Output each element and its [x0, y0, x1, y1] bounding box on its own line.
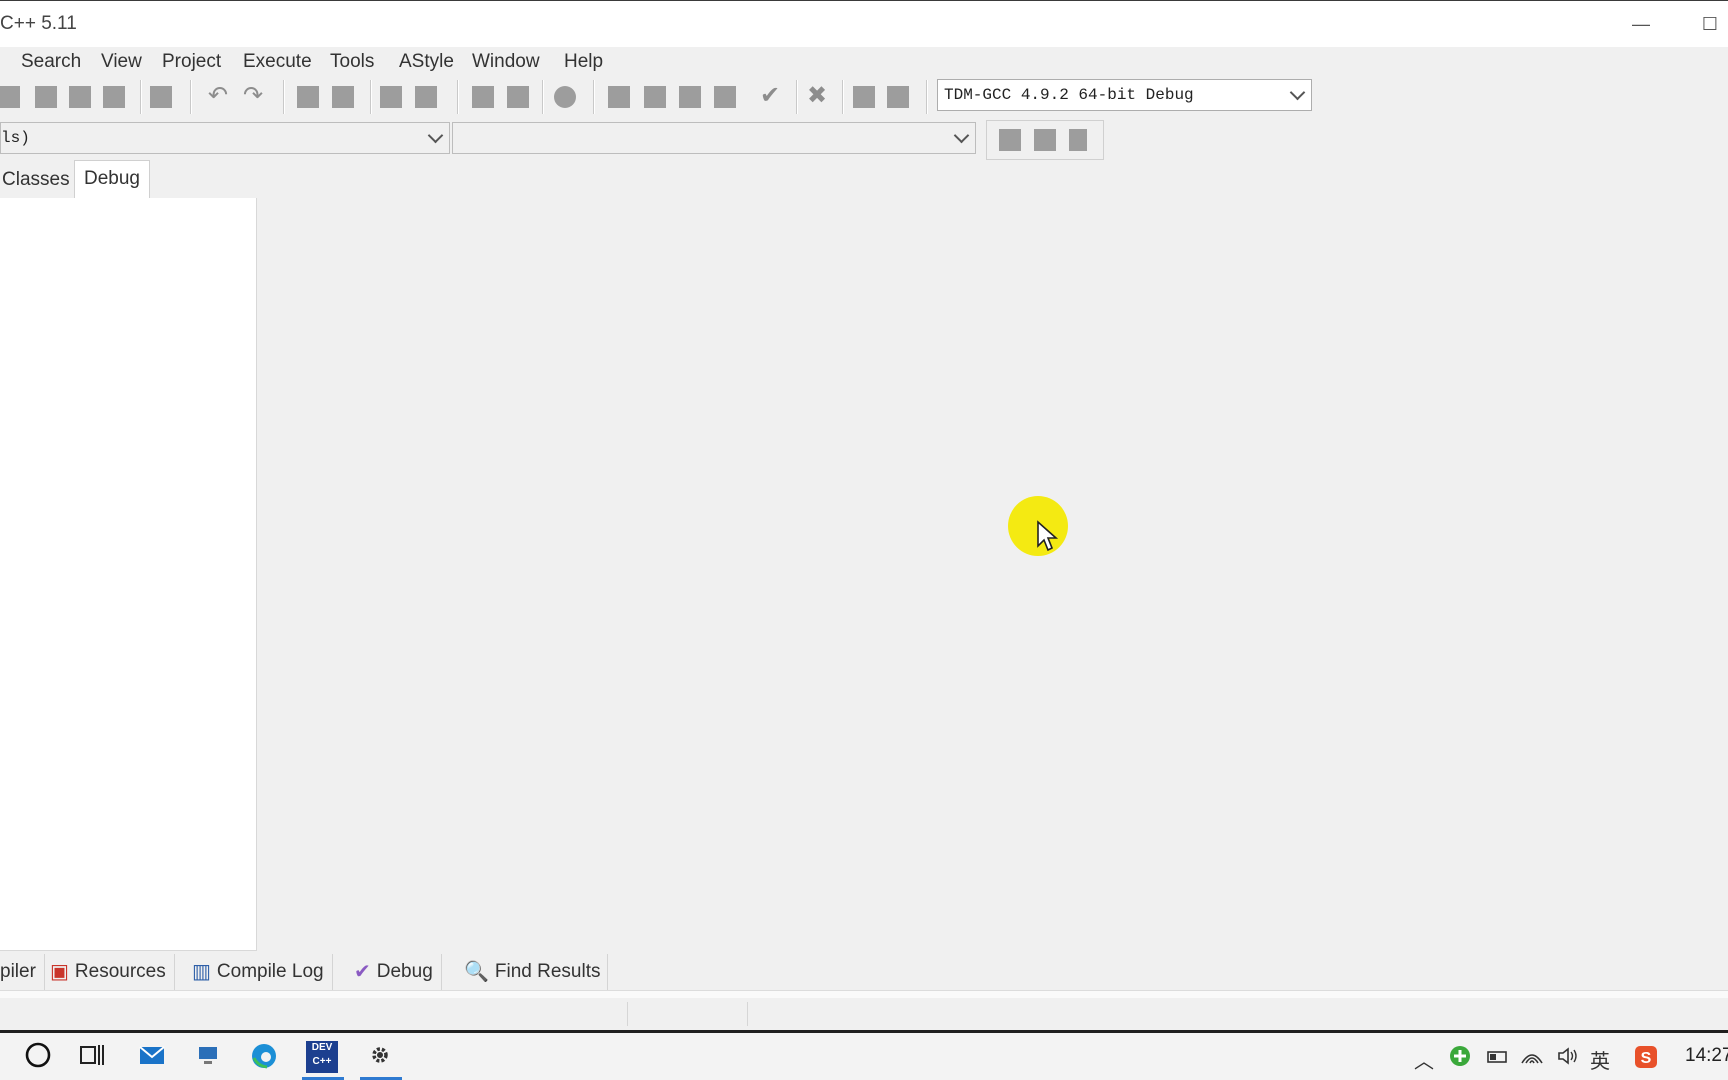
- undo-icon[interactable]: ↶: [205, 82, 231, 110]
- check-icon: ✔: [354, 961, 371, 983]
- save-all-icon[interactable]: [103, 86, 125, 108]
- syntax-check-icon[interactable]: ✔: [757, 82, 783, 110]
- redo-icon[interactable]: ↷: [240, 82, 266, 110]
- menu-view[interactable]: View: [101, 48, 142, 76]
- compile-icon[interactable]: [608, 86, 630, 108]
- toolbar-separator: [190, 80, 192, 114]
- edge-icon[interactable]: [248, 1041, 280, 1073]
- menu-execute[interactable]: Execute: [243, 48, 312, 76]
- tab-compile-log[interactable]: ▥ Compile Log: [192, 954, 333, 990]
- svg-text:S: S: [1641, 1050, 1652, 1067]
- find-next-icon[interactable]: [380, 86, 402, 108]
- compile-run-icon[interactable]: [679, 86, 701, 108]
- toolbar-separator: [926, 80, 928, 114]
- tab-compiler[interactable]: piler: [0, 954, 45, 990]
- compiler-profile-select[interactable]: TDM-GCC 4.9.2 64-bit Debug: [937, 79, 1312, 111]
- class-select[interactable]: ls): [0, 122, 450, 154]
- toolbar-separator: [283, 80, 285, 114]
- menu-help[interactable]: Help: [564, 48, 603, 76]
- mail-icon[interactable]: [136, 1041, 168, 1073]
- profile-icon[interactable]: [853, 86, 875, 108]
- window-title: C++ 5.11: [0, 13, 77, 34]
- output-tabs: piler ▣ Resources ▥ Compile Log ✔ Debug 🔍 Fi…: [0, 954, 1728, 990]
- cortana-circle-icon[interactable]: [22, 1041, 54, 1073]
- status-divider: [747, 1002, 748, 1026]
- goto-bookmark-icon[interactable]: [1069, 129, 1087, 151]
- status-bar: [0, 998, 1728, 1030]
- volume-speaker-icon[interactable]: [1556, 1045, 1580, 1073]
- open-file-icon[interactable]: [35, 86, 57, 108]
- tab-classes[interactable]: Classes: [0, 162, 76, 197]
- project-browser-tabs: Classes Debug: [0, 160, 300, 198]
- tab-resources-label: Resources: [74, 961, 166, 983]
- rebuild-all-icon[interactable]: [714, 86, 736, 108]
- minimize-button[interactable]: —: [1630, 13, 1652, 35]
- goto-line-icon[interactable]: [415, 86, 437, 108]
- toolbar-separator: [542, 80, 544, 114]
- tab-find-results-label: Find Results: [494, 961, 601, 983]
- desktop-icon[interactable]: [192, 1041, 224, 1073]
- network-wifi-icon[interactable]: [1520, 1045, 1544, 1073]
- toolbar-separator: [796, 80, 798, 114]
- insert-icon[interactable]: [999, 129, 1021, 151]
- settings-gear-icon[interactable]: [364, 1041, 396, 1073]
- replace-icon[interactable]: [332, 86, 354, 108]
- taskbar: DEV C++ ︿ 英 S 14:27: [0, 1030, 1728, 1080]
- print-icon[interactable]: [150, 86, 172, 108]
- sogou-input-icon[interactable]: S: [1634, 1045, 1658, 1075]
- toolbar-separator: [140, 80, 142, 114]
- compiler-profile-value: TDM-GCC 4.9.2 64-bit Debug: [944, 86, 1194, 104]
- menu-bar: Search View Project Execute Tools AStyle…: [0, 48, 1200, 76]
- status-divider: [627, 1002, 628, 1026]
- tab-compiler-label: piler: [0, 961, 36, 982]
- maximize-button[interactable]: ☐: [1699, 13, 1721, 35]
- toggle-comment-icon[interactable]: [554, 86, 576, 108]
- security-shield-icon[interactable]: [1449, 1045, 1471, 1073]
- chevron-down-icon: [1289, 84, 1306, 101]
- menu-project[interactable]: Project: [162, 48, 221, 76]
- title-bar: C++ 5.11 — ☐: [0, 0, 1728, 47]
- goto-toolbar: [986, 120, 1104, 160]
- tab-compile-log-label: Compile Log: [216, 961, 324, 983]
- taskbar-clock[interactable]: 14:27: [1685, 1045, 1728, 1067]
- tab-find-results[interactable]: 🔍 Find Results: [464, 954, 608, 990]
- bar-chart-icon: ▥: [192, 961, 211, 983]
- toggle-bookmark-icon[interactable]: [1034, 129, 1056, 151]
- menu-search[interactable]: Search: [21, 48, 81, 76]
- chevron-down-icon: [953, 127, 970, 144]
- tab-debug-output[interactable]: ✔ Debug: [354, 954, 442, 990]
- resources-icon: ▣: [50, 961, 69, 983]
- tab-resources[interactable]: ▣ Resources: [50, 954, 175, 990]
- debug-panel: [0, 198, 257, 951]
- new-file-icon[interactable]: [0, 86, 20, 108]
- tab-debug-output-label: Debug: [376, 961, 433, 983]
- save-icon[interactable]: [69, 86, 91, 108]
- unindent-icon[interactable]: [507, 86, 529, 108]
- menu-tools[interactable]: Tools: [330, 48, 374, 76]
- run-icon[interactable]: [644, 86, 666, 108]
- ime-language-label[interactable]: 英: [1590, 1045, 1610, 1074]
- clean-icon[interactable]: ✖: [804, 82, 830, 110]
- find-icon[interactable]: [297, 86, 319, 108]
- indent-icon[interactable]: [472, 86, 494, 108]
- member-select[interactable]: [452, 122, 976, 154]
- show-hidden-icons-chevron-icon[interactable]: ︿: [1414, 1045, 1434, 1074]
- toolbar-separator: [593, 80, 595, 114]
- chevron-down-icon: [427, 127, 444, 144]
- tab-debug[interactable]: Debug: [74, 160, 150, 198]
- task-view-icon[interactable]: [76, 1041, 108, 1073]
- dev-cpp-icon[interactable]: DEV C++: [306, 1041, 338, 1073]
- magnifier-icon: 🔍: [464, 961, 489, 983]
- menu-window[interactable]: Window: [472, 48, 540, 76]
- toolbar-separator: [842, 80, 844, 114]
- delete-profile-icon[interactable]: [887, 86, 909, 108]
- battery-icon[interactable]: [1484, 1045, 1510, 1073]
- toolbar-separator: [370, 80, 372, 114]
- mouse-pointer-icon: [1037, 520, 1059, 552]
- menu-astyle[interactable]: AStyle: [399, 48, 454, 76]
- class-select-value: ls): [1, 129, 30, 147]
- toolbar-separator: [457, 80, 459, 114]
